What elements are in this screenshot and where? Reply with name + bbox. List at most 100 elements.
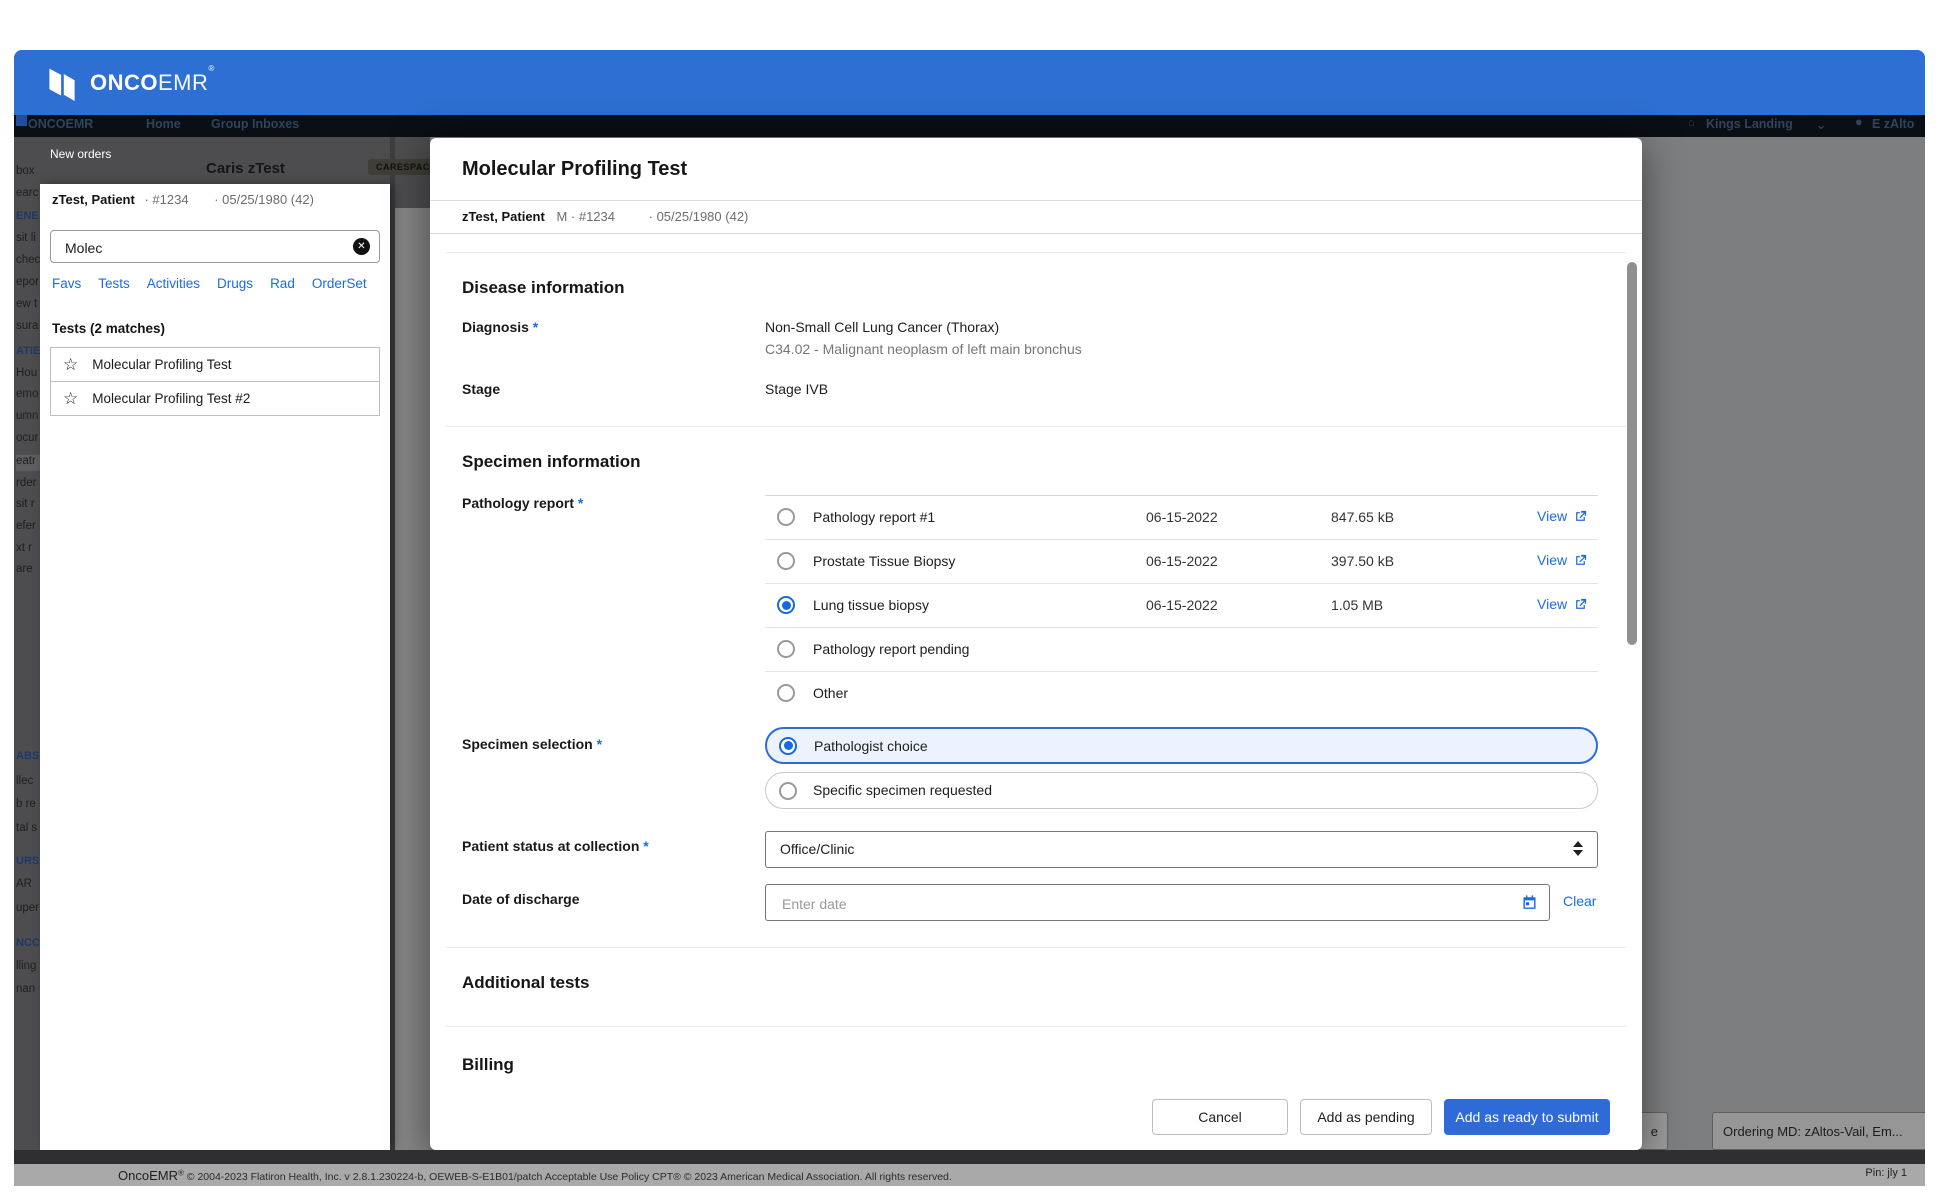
cancel-button[interactable]: Cancel	[1152, 1099, 1288, 1135]
radio-specific-specimen[interactable]	[779, 782, 797, 800]
order-search-input[interactable]	[63, 231, 347, 264]
calendar-icon[interactable]	[1521, 894, 1538, 916]
dimmed-sidebar-fragment: efer	[16, 520, 42, 536]
modal-patient-id: M · #1234	[556, 209, 615, 224]
radio-pathology-report-pending[interactable]	[777, 640, 795, 658]
dimmed-page-title: Caris zTest	[206, 160, 285, 177]
logo-bold: ONCO	[90, 70, 158, 95]
results-list: ☆ Molecular Profiling Test ☆ Molecular P…	[50, 348, 380, 416]
screen: ONCOEMR® ONCOEMR Home Group Inboxes ⌂ Ki…	[0, 0, 1939, 1196]
pathology-report-row[interactable]: Prostate Tissue Biopsy 06-15-2022 397.50…	[765, 540, 1598, 584]
pathology-row-date: 06-15-2022	[1146, 509, 1218, 525]
dimmed-ordering-md-field: Ordering MD: zAltos-Vail, Em...	[1712, 1112, 1925, 1150]
results-header: Tests (2 matches)	[52, 321, 165, 336]
clear-date-link[interactable]: Clear	[1563, 893, 1596, 909]
patient-status-select[interactable]: Office/Clinic	[765, 831, 1598, 868]
add-as-pending-button[interactable]: Add as pending	[1300, 1099, 1432, 1135]
add-as-ready-to-submit-button[interactable]: Add as ready to submit	[1444, 1099, 1610, 1135]
pathology-row-label: Other	[813, 685, 848, 701]
select-stepper-icon	[1573, 841, 1583, 856]
molecular-profiling-modal: Molecular Profiling Test zTest, Patient …	[430, 138, 1642, 1150]
order-category-tab[interactable]: Activities	[147, 276, 200, 291]
patient-dob: · 05/25/1980 (42)	[214, 192, 314, 207]
dimmed-sidebar-fragment: uper	[16, 902, 42, 918]
external-link-icon	[1573, 597, 1588, 612]
dimmed-nav-home: Home	[146, 117, 181, 131]
order-category-tab[interactable]: Drugs	[217, 276, 253, 291]
date-of-discharge-field[interactable]	[765, 884, 1550, 921]
logo-light: EMR	[158, 70, 208, 95]
test-result-label: Molecular Profiling Test #2	[92, 391, 250, 406]
person-icon: ⏺	[1856, 117, 1862, 130]
diagnosis-code: C34.02 - Malignant neoplasm of left main…	[765, 341, 1082, 357]
patient-name: zTest, Patient	[52, 192, 135, 207]
dimmed-sidebar-fragment: ATIE	[16, 345, 42, 361]
dimmed-background-right	[1642, 137, 1925, 1186]
specimen-information-heading: Specimen information	[462, 452, 641, 472]
pathologist-choice-option[interactable]: Pathologist choice	[765, 727, 1598, 764]
new-orders-title: New orders	[50, 147, 111, 161]
dimmed-sidebar-fragment: epor	[16, 276, 42, 292]
order-category-tab[interactable]: OrderSet	[312, 276, 367, 291]
pathology-report-row[interactable]: Pathology report pending	[765, 628, 1598, 672]
stage-value: Stage IVB	[765, 381, 828, 397]
dimmed-navbar-logo-icon	[16, 115, 27, 126]
home-icon: ⌂	[1688, 117, 1695, 129]
dimmed-bottom-band	[14, 1150, 1925, 1164]
test-result-row[interactable]: ☆ Molecular Profiling Test #2	[50, 381, 380, 416]
divider	[446, 426, 1626, 427]
pathology-report-row[interactable]: Other	[765, 672, 1598, 715]
order-category-tab[interactable]: Tests	[98, 276, 130, 291]
modal-scrollbar-thumb[interactable]	[1627, 262, 1637, 645]
pill-label: Pathologist choice	[814, 738, 928, 754]
pathology-report-row[interactable]: Pathology report #1 06-15-2022 847.65 kB…	[765, 496, 1598, 540]
dimmed-sidebar-fragment: URS	[16, 855, 42, 871]
date-of-discharge-label: Date of discharge	[462, 891, 579, 907]
date-of-discharge-input[interactable]	[780, 886, 1484, 921]
external-link-icon	[1573, 509, 1588, 524]
view-link[interactable]: View	[1537, 552, 1588, 568]
view-link[interactable]: View	[1537, 508, 1588, 524]
dimmed-sidebar-fragment: sit li	[16, 232, 42, 248]
pill-label: Specific specimen requested	[813, 782, 992, 798]
favorite-star-icon[interactable]: ☆	[63, 389, 78, 409]
oncoemr-logo-text: ONCOEMR®	[90, 70, 215, 96]
view-link[interactable]: View	[1537, 596, 1588, 612]
dimmed-sidebar-fragment: emo	[16, 388, 42, 404]
pathology-row-size: 847.65 kB	[1331, 509, 1394, 525]
pathology-row-label: Lung tissue biopsy	[813, 597, 929, 613]
pathology-report-row[interactable]: Lung tissue biopsy 06-15-2022 1.05 MB Vi…	[765, 584, 1598, 628]
logo-reg: ®	[208, 64, 214, 73]
dimmed-sidebar-fragment: nan	[16, 983, 42, 999]
ordering-md-label: Ordering MD: zAltos-Vail, Em...	[1723, 1124, 1903, 1139]
required-asterisk: *	[533, 319, 538, 335]
order-category-tab[interactable]: Favs	[52, 276, 81, 291]
favorite-star-icon[interactable]: ☆	[63, 355, 78, 375]
specific-specimen-option[interactable]: Specific specimen requested	[765, 772, 1598, 809]
divider	[430, 233, 1642, 234]
dimmed-sidebar-fragment: sit r	[16, 498, 42, 514]
order-category-tab[interactable]: Rad	[270, 276, 295, 291]
modal-title: Molecular Profiling Test	[462, 158, 687, 181]
dimmed-sidebar-fragment: ABS	[16, 750, 42, 766]
divider	[446, 1026, 1626, 1027]
divider	[430, 200, 1642, 201]
chevron-down-icon: ⌄	[1816, 117, 1826, 132]
required-asterisk: *	[597, 736, 602, 752]
test-result-label: Molecular Profiling Test	[92, 357, 231, 372]
footer-brand: OncoEMR	[118, 1168, 178, 1183]
order-search-box[interactable]: ✕	[50, 230, 380, 263]
radio-other[interactable]	[777, 684, 795, 702]
test-result-row[interactable]: ☆ Molecular Profiling Test	[50, 347, 380, 382]
dimmed-sidebar-fragment: ocur	[16, 432, 42, 448]
radio-prostate-tissue-biopsy[interactable]	[777, 552, 795, 570]
dimmed-nav-user: E zAlto	[1872, 117, 1914, 131]
required-asterisk: *	[578, 495, 583, 511]
radio-lung-tissue-biopsy-selected[interactable]	[777, 596, 795, 614]
radio-pathology-report-1[interactable]	[777, 508, 795, 526]
clear-search-icon[interactable]: ✕	[353, 238, 370, 255]
radio-pathologist-choice-selected[interactable]	[779, 737, 797, 755]
dimmed-sidebar-fragment: ENE	[16, 210, 42, 226]
dimmed-sidebar-fragment: sura	[16, 320, 42, 336]
modal-patient-dob: · 05/25/1980 (42)	[649, 209, 749, 224]
